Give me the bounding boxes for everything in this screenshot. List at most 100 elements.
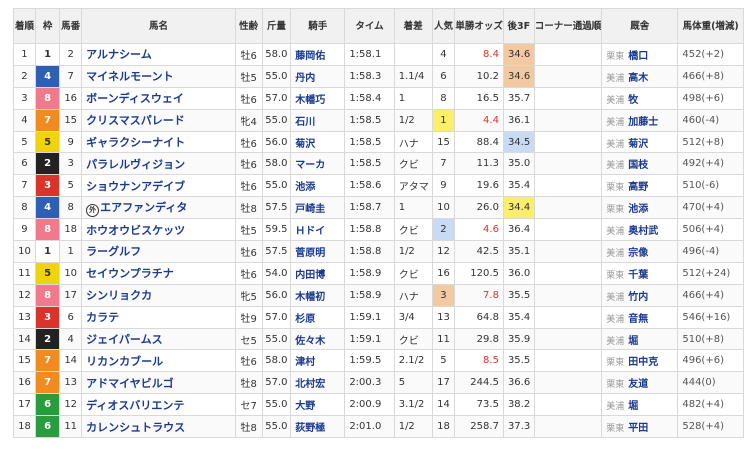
kinryo-cell: 55.0 bbox=[261, 393, 292, 417]
horse-name-link[interactable]: ジェイパームス bbox=[86, 333, 162, 346]
trainer-link[interactable]: 音無 bbox=[628, 314, 648, 325]
jockey-link[interactable]: 佐々木 bbox=[290, 327, 346, 351]
trainer-link[interactable]: 堀 bbox=[628, 336, 638, 347]
corner-cell bbox=[533, 152, 603, 176]
trainer-link[interactable]: 牧 bbox=[628, 95, 638, 106]
umaban-cell: 7 bbox=[59, 64, 83, 88]
horse-name-link[interactable]: ショウナンアデイブ bbox=[86, 180, 185, 193]
horse-cell[interactable]: ホウオウビスケッツ bbox=[81, 218, 236, 242]
jockey-link[interactable]: 木幡巧 bbox=[290, 86, 346, 110]
horse-name-link[interactable]: ディオスバリエンテ bbox=[86, 399, 184, 412]
horse-cell[interactable]: アルナシーム bbox=[81, 43, 236, 66]
trainer-link[interactable]: 高木 bbox=[628, 73, 648, 84]
header-margin: 着差 bbox=[393, 8, 433, 44]
horse-cell[interactable]: ジェイパームス bbox=[81, 327, 236, 351]
horse-name-link[interactable]: ホウオウビスケッツ bbox=[86, 224, 185, 237]
horse-cell[interactable]: カレンシュトラウス bbox=[81, 415, 236, 439]
horse-name-link[interactable]: アルナシーム bbox=[86, 48, 152, 61]
horse-cell[interactable]: ギャラクシーナイト bbox=[81, 130, 236, 154]
jockey-link[interactable]: 丹内 bbox=[290, 64, 346, 88]
jockey-link[interactable]: 津村 bbox=[290, 349, 346, 373]
jockey-link[interactable]: 菅原明 bbox=[290, 240, 346, 263]
kinryo-cell: 57.0 bbox=[261, 371, 292, 395]
trainer-link[interactable]: 菊沢 bbox=[628, 139, 648, 150]
trainer-link[interactable]: 千葉 bbox=[628, 270, 648, 281]
corner-cell bbox=[533, 349, 603, 373]
header-waku: 枠 bbox=[34, 8, 61, 44]
trainer-link[interactable]: 宗像 bbox=[628, 248, 648, 259]
horse-cell[interactable]: マイネルモーント bbox=[81, 64, 236, 88]
trainer-link[interactable]: 橋口 bbox=[628, 51, 648, 62]
horse-name-link[interactable]: シンリョクカ bbox=[86, 289, 152, 302]
last3f-cell: 38.2 bbox=[502, 393, 535, 417]
margin-cell: クビ bbox=[393, 152, 433, 176]
horse-cell[interactable]: 外エアファンディタ bbox=[81, 196, 236, 220]
waku-cell: 8 bbox=[34, 283, 61, 307]
jockey-link[interactable]: 池添 bbox=[290, 174, 346, 198]
waku-cell: 2 bbox=[34, 327, 61, 351]
horse-name-link[interactable]: カラテ bbox=[86, 311, 119, 324]
kinryo-cell: 58.0 bbox=[261, 43, 292, 66]
trainer-link[interactable]: 友道 bbox=[628, 379, 648, 390]
rank-cell: 7 bbox=[13, 174, 36, 198]
weight-cell: 492(+4) bbox=[677, 152, 744, 176]
horse-cell[interactable]: クリスマスパレード bbox=[81, 108, 236, 132]
horse-name-link[interactable]: アドマイヤビルゴ bbox=[86, 377, 173, 390]
jockey-link[interactable]: 北村宏 bbox=[290, 371, 346, 395]
horse-cell[interactable]: パラレルヴィジョン bbox=[81, 152, 236, 176]
jockey-link[interactable]: 石川 bbox=[290, 108, 346, 132]
waku-cell: 5 bbox=[34, 130, 61, 154]
horse-cell[interactable]: シンリョクカ bbox=[81, 283, 236, 307]
trainer-cell: 美浦 加藤士 bbox=[601, 108, 679, 132]
jockey-link[interactable]: 大野 bbox=[290, 393, 346, 417]
horse-name-link[interactable]: クリスマスパレード bbox=[86, 114, 185, 127]
horse-name-link[interactable]: カレンシュトラウス bbox=[86, 421, 185, 434]
trainer-link[interactable]: 竹内 bbox=[628, 292, 648, 303]
waku-cell: 6 bbox=[34, 415, 61, 439]
horse-cell[interactable]: ラーグルフ bbox=[81, 240, 236, 263]
trainer-link[interactable]: 池添 bbox=[628, 204, 648, 215]
horse-cell[interactable]: カラテ bbox=[81, 305, 236, 329]
sexage-cell: 牡5 bbox=[234, 64, 263, 88]
margin-cell: 1 bbox=[393, 196, 433, 220]
table-row: 15 7 14 リカンカブール 牡6 58.0 津村 1:59.5 2.1/2 5 8.5 35.5 栗… bbox=[13, 349, 744, 373]
trainer-link[interactable]: 高野 bbox=[628, 182, 648, 193]
horse-cell[interactable]: セイウンプラチナ bbox=[81, 261, 236, 285]
trainer-link[interactable]: 堀 bbox=[628, 401, 638, 412]
jockey-link[interactable]: 戸崎圭 bbox=[290, 196, 346, 220]
horse-cell[interactable]: ディオスバリエンテ bbox=[81, 393, 236, 417]
popularity-cell: 7 bbox=[431, 152, 456, 176]
horse-name-link[interactable]: パラレルヴィジョン bbox=[86, 158, 185, 171]
trainer-link[interactable]: 国枝 bbox=[628, 160, 648, 171]
trainer-link[interactable]: 田中克 bbox=[628, 357, 658, 368]
horse-name-link[interactable]: マイネルモーント bbox=[86, 70, 173, 83]
trainer-link[interactable]: 加藤士 bbox=[628, 117, 658, 128]
last3f-cell: 34.6 bbox=[502, 43, 535, 66]
trainer-region: 美浦 bbox=[606, 248, 625, 259]
weight-cell: 496(+6) bbox=[677, 349, 744, 373]
trainer-region: 美浦 bbox=[606, 117, 625, 128]
horse-name-link[interactable]: リカンカブール bbox=[86, 355, 163, 368]
horse-cell[interactable]: ボーンディスウェイ bbox=[81, 86, 236, 110]
trainer-link[interactable]: 平田 bbox=[628, 423, 648, 434]
header-corner: コーナー通過順 bbox=[533, 8, 603, 44]
jockey-link[interactable]: 杉原 bbox=[290, 305, 346, 329]
horse-name-link[interactable]: エアファンディタ bbox=[100, 201, 187, 214]
horse-cell[interactable]: アドマイヤビルゴ bbox=[81, 371, 236, 395]
horse-name-link[interactable]: セイウンプラチナ bbox=[86, 267, 174, 280]
jockey-link[interactable]: 菊沢 bbox=[290, 130, 346, 154]
trainer-link[interactable]: 奥村武 bbox=[628, 226, 658, 237]
horse-cell[interactable]: リカンカブール bbox=[81, 349, 236, 373]
horse-name-link[interactable]: ボーンディスウェイ bbox=[86, 92, 184, 105]
odds-cell: 7.8 bbox=[454, 283, 504, 307]
horse-name-link[interactable]: ラーグルフ bbox=[86, 245, 141, 258]
jockey-link[interactable]: Ｈドイ bbox=[290, 218, 346, 242]
jockey-link[interactable]: 内田博 bbox=[290, 261, 346, 285]
horse-cell[interactable]: ショウナンアデイブ bbox=[81, 174, 236, 198]
jockey-link[interactable]: 木幡初 bbox=[290, 283, 346, 307]
last3f-cell: 37.3 bbox=[502, 415, 535, 439]
horse-name-link[interactable]: ギャラクシーナイト bbox=[86, 136, 185, 149]
jockey-link[interactable]: 荻野極 bbox=[290, 415, 346, 439]
jockey-link[interactable]: マーカ bbox=[290, 152, 346, 176]
jockey-link[interactable]: 藤岡佑 bbox=[290, 43, 346, 66]
